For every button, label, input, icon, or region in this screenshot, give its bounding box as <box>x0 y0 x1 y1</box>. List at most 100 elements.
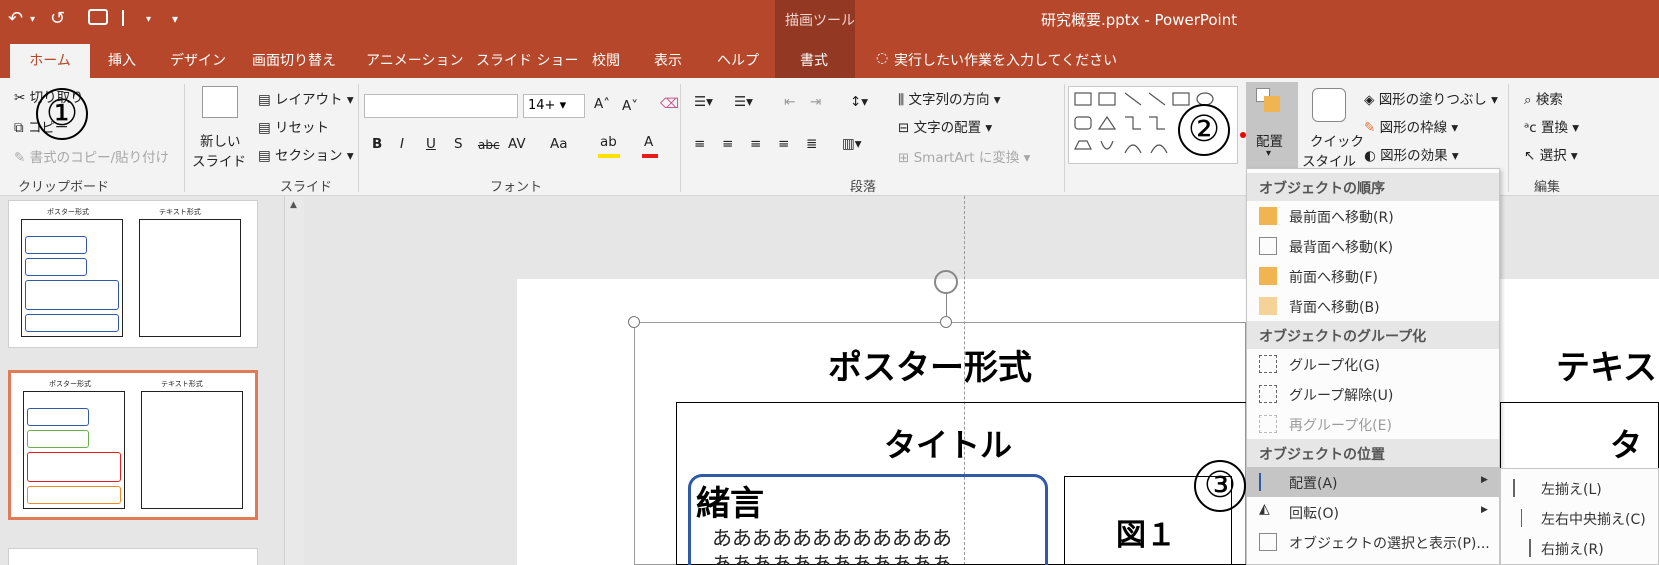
numbering-button[interactable]: ☰▾ <box>734 94 753 110</box>
selection-pane-item[interactable]: オブジェクトの選択と表示(P)... <box>1247 527 1499 557</box>
new-slide-button[interactable]: 新しい <box>200 130 241 150</box>
replace-button[interactable]: ᵃc 置換 ▾ <box>1524 116 1579 136</box>
tab-slideshow[interactable]: スライド ショー <box>476 50 578 70</box>
change-case-button[interactable]: Aa <box>550 136 568 152</box>
undo-dropdown-icon[interactable]: ▾ <box>30 14 35 25</box>
text-direction-button[interactable]: ⫼ 文字列の方向 ▾ <box>898 88 1001 108</box>
introduction-text[interactable]: ああああああああああああ <box>712 522 952 551</box>
thumbnail-scrollbar[interactable]: ▲ <box>284 196 304 565</box>
line-spacing-button[interactable]: ↕▾ <box>850 94 868 110</box>
text-box-title[interactable]: タ <box>1610 420 1642 466</box>
align-center-item[interactable]: 左右中央揃え(C) <box>1501 503 1659 533</box>
slide-thumbnail-1[interactable]: ポスター形式 テキスト形式 <box>8 200 258 348</box>
highlight-icon[interactable]: ab <box>600 134 617 150</box>
introduction-text-2[interactable]: ああああああああああああ <box>712 548 952 565</box>
bring-forward-item[interactable]: 前面へ移動(F) <box>1247 261 1499 291</box>
align-text-button[interactable]: ⊟ 文字の配置 ▾ <box>898 116 992 136</box>
tab-help[interactable]: ヘルプ <box>717 50 759 70</box>
thumb-box <box>27 486 121 504</box>
reset-button[interactable]: ▤ リセット <box>258 116 329 136</box>
select-button[interactable]: ↖ 選択 ▾ <box>1524 144 1578 164</box>
slide-thumbnail-3[interactable] <box>8 548 258 565</box>
bring-to-front-item[interactable]: 最前面へ移動(R) <box>1247 201 1499 231</box>
align-left-item[interactable]: 左揃え(L) <box>1501 473 1659 503</box>
scroll-up-icon[interactable]: ▲ <box>290 200 297 210</box>
send-backward-item[interactable]: 背面へ移動(B) <box>1247 291 1499 321</box>
decrease-indent-button[interactable]: ⇤ <box>784 94 795 110</box>
strikethrough-button[interactable]: abc <box>478 138 500 152</box>
redo-button[interactable]: ↺ <box>50 8 65 29</box>
font-name-input[interactable] <box>364 94 518 118</box>
align-right-item[interactable]: 右揃え(R) <box>1501 533 1659 563</box>
tab-review[interactable]: 校閲 <box>592 50 620 70</box>
slide-thumbnail-2-selected[interactable]: ポスター形式 テキスト形式 <box>8 370 258 520</box>
shape-outline-button[interactable]: ✎ 図形の枠線 ▾ <box>1364 116 1458 136</box>
smartart-button[interactable]: ⊞ SmartArt に変換 ▾ <box>898 146 1030 166</box>
distributed-button[interactable]: ≣ <box>806 136 817 152</box>
shape-fill-button[interactable]: ◈ 図形の塗りつぶし ▾ <box>1364 88 1498 108</box>
tab-design[interactable]: デザイン <box>170 50 226 70</box>
new-slide-icon[interactable] <box>202 86 238 118</box>
poster-box-title[interactable]: タイトル <box>884 420 1012 466</box>
bold-button[interactable]: B <box>372 136 382 152</box>
slide-left-title[interactable]: ポスター形式 <box>828 340 1032 389</box>
resize-handle[interactable] <box>628 316 640 328</box>
new-slide-button-2[interactable]: スライド <box>192 150 246 170</box>
group-item[interactable]: グループ化(G) <box>1247 349 1499 379</box>
align-text-icon: ⊟ <box>898 120 914 136</box>
align-dropdown-icon[interactable]: ▾ <box>146 14 151 25</box>
char-spacing-button[interactable]: AV <box>508 136 526 152</box>
increase-indent-button[interactable]: ⇥ <box>810 94 821 110</box>
tab-insert[interactable]: 挿入 <box>108 50 136 70</box>
grow-font-button[interactable]: A˄ <box>594 96 610 112</box>
bullets-button[interactable]: ☰▾ <box>694 94 713 110</box>
font-size-input[interactable]: 14+ ▾ <box>523 94 585 118</box>
shrink-font-button[interactable]: A˅ <box>622 98 638 114</box>
regroup-item[interactable]: 再グループ化(E) <box>1247 409 1499 439</box>
menu-header-order: オブジェクトの順序 <box>1247 173 1499 201</box>
thumb-poster-frame <box>21 219 123 337</box>
customize-qat-icon[interactable]: ▾ <box>172 12 178 26</box>
clear-format-icon[interactable]: ⌫ <box>660 96 679 112</box>
tab-view[interactable]: 表示 <box>654 50 682 70</box>
align-right-button[interactable]: ≡ <box>750 136 761 152</box>
slide-right-title[interactable]: テキス <box>1556 340 1657 389</box>
resize-handle[interactable] <box>940 316 952 328</box>
layout-icon: ▤ <box>258 92 276 108</box>
align-center-button[interactable]: ≡ <box>722 136 733 152</box>
quick-styles-icon[interactable] <box>1312 88 1346 122</box>
underline-button[interactable]: U <box>426 136 436 152</box>
quick-styles-button-2[interactable]: スタイル <box>1302 150 1356 170</box>
undo-button[interactable]: ↶ <box>8 8 23 29</box>
columns-button[interactable]: ▥▾ <box>842 136 862 152</box>
shape-effects-button[interactable]: ◐ 図形の効果 ▾ <box>1364 144 1459 164</box>
rotate-item[interactable]: ◭ 回転(O) ▶ <box>1247 497 1499 527</box>
tab-home[interactable]: ホーム <box>10 44 90 78</box>
justify-button[interactable]: ≡ <box>778 136 789 152</box>
ungroup-item[interactable]: グループ解除(U) <box>1247 379 1499 409</box>
menu-header-position: オブジェクトの位置 <box>1247 439 1499 467</box>
tab-format[interactable]: 書式 <box>800 50 828 70</box>
arrange-button[interactable] <box>1246 82 1298 168</box>
send-to-back-item[interactable]: 最背面へ移動(K) <box>1247 231 1499 261</box>
introduction-title[interactable]: 緒言 <box>696 476 764 525</box>
align-item[interactable]: 配置(A) ▶ <box>1247 467 1499 497</box>
italic-button[interactable]: I <box>400 136 404 152</box>
shadow-button[interactable]: S <box>454 136 463 152</box>
slideshow-icon[interactable] <box>88 9 108 25</box>
figure-label[interactable]: 図１ <box>1116 510 1176 554</box>
format-painter-button[interactable]: ✎ 書式のコピー/貼り付け <box>14 146 169 166</box>
ungroup-icon <box>1259 385 1277 403</box>
find-button[interactable]: ⌕ 検索 <box>1524 88 1563 108</box>
layout-button[interactable]: ▤ レイアウト ▾ <box>258 88 354 108</box>
align-left-button[interactable]: ≡ <box>694 136 705 152</box>
tab-animations[interactable]: アニメーション <box>366 50 463 70</box>
quick-styles-button[interactable]: クイック <box>1310 130 1364 150</box>
tell-me-input[interactable]: 実行したい作業を入力してください <box>894 50 1117 70</box>
highlight-color-bar[interactable] <box>598 154 620 158</box>
font-color-button[interactable]: A <box>644 134 653 150</box>
tab-transitions[interactable]: 画面切り替え <box>252 50 336 70</box>
align-icon[interactable] <box>122 10 138 26</box>
rotation-handle[interactable] <box>934 270 958 294</box>
section-button[interactable]: ▤ セクション ▾ <box>258 144 354 164</box>
